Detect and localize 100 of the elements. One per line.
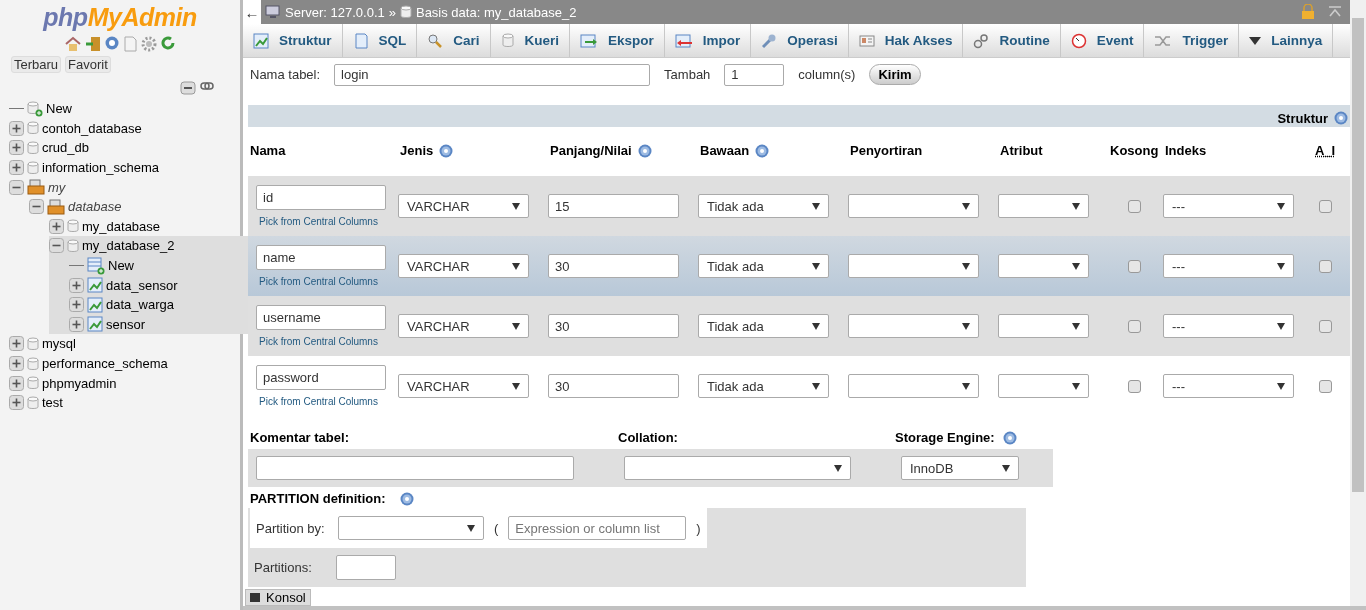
- null-checkbox[interactable]: [1128, 319, 1141, 333]
- expand-toggle[interactable]: [9, 375, 24, 391]
- tree-item[interactable]: crud_db: [42, 140, 89, 156]
- nav-tab[interactable]: Trigger: [1144, 24, 1240, 57]
- default-select[interactable]: Tidak ada: [698, 254, 829, 278]
- home-icon[interactable]: [65, 36, 81, 52]
- expression-field[interactable]: Expression or column list: [508, 516, 687, 540]
- type-select[interactable]: VARCHAR: [398, 374, 529, 398]
- help-icon[interactable]: [637, 144, 652, 158]
- column-name-field[interactable]: username: [256, 305, 386, 330]
- console-tab[interactable]: Konsol: [245, 589, 311, 606]
- settings-icon[interactable]: [141, 36, 157, 52]
- type-select[interactable]: VARCHAR: [398, 254, 529, 278]
- partition-select[interactable]: [338, 516, 484, 540]
- index-select[interactable]: ---: [1163, 374, 1294, 398]
- tree-item[interactable]: test: [42, 395, 63, 411]
- link-icon[interactable]: [200, 81, 214, 91]
- tree-item[interactable]: data_warga: [106, 297, 174, 313]
- scrollbar[interactable]: [1350, 0, 1366, 606]
- length-field[interactable]: 30: [548, 374, 679, 398]
- column-name-field[interactable]: password: [256, 365, 386, 390]
- collation-select[interactable]: [848, 374, 979, 398]
- tree-item[interactable]: performance_schema: [42, 356, 168, 371]
- sidebar-tab[interactable]: Terbaru: [11, 56, 62, 73]
- attribute-select[interactable]: [998, 314, 1089, 338]
- expand-toggle[interactable]: [69, 297, 84, 313]
- tree-group-label[interactable]: my: [48, 179, 66, 195]
- expand-toggle[interactable]: [9, 336, 24, 352]
- tree-item[interactable]: New: [46, 101, 72, 117]
- nav-tab[interactable]: Operasi: [751, 24, 849, 57]
- auto-increment-checkbox[interactable]: [1319, 259, 1332, 273]
- type-select[interactable]: VARCHAR: [398, 314, 529, 338]
- collapse-toggle[interactable]: [49, 238, 64, 254]
- scroll-top-icon[interactable]: [1328, 6, 1342, 18]
- engine-select[interactable]: InnoDB: [901, 456, 1019, 480]
- partitions-field[interactable]: [336, 555, 396, 580]
- nav-tab[interactable]: Routine: [963, 24, 1061, 57]
- null-checkbox[interactable]: [1128, 199, 1141, 213]
- tree-item[interactable]: contoh_database: [42, 120, 142, 136]
- central-columns-link[interactable]: Pick from Central Columns: [256, 216, 378, 227]
- column-name-field[interactable]: id: [256, 185, 386, 210]
- central-columns-link[interactable]: Pick from Central Columns: [256, 336, 378, 347]
- expand-toggle[interactable]: [69, 277, 84, 293]
- help-icon[interactable]: [105, 36, 119, 50]
- document-icon[interactable]: [123, 36, 137, 52]
- tree-group-label[interactable]: database: [68, 199, 122, 215]
- auto-increment-checkbox[interactable]: [1319, 379, 1332, 393]
- expand-toggle[interactable]: [9, 395, 24, 411]
- breadcrumb-link[interactable]: Server: 127.0.0.1: [285, 4, 385, 20]
- table-name-field[interactable]: login: [334, 63, 651, 86]
- tree-item[interactable]: information_schema: [42, 160, 160, 176]
- collation-select[interactable]: [848, 254, 979, 278]
- default-select[interactable]: Tidak ada: [698, 314, 829, 338]
- index-select[interactable]: ---: [1163, 254, 1294, 278]
- tree-item[interactable]: sensor: [106, 316, 146, 332]
- nav-tab[interactable]: Cari: [417, 24, 491, 57]
- expand-toggle[interactable]: [9, 160, 24, 176]
- expand-toggle[interactable]: [69, 316, 84, 332]
- collation-select[interactable]: [624, 456, 851, 480]
- null-checkbox[interactable]: [1128, 379, 1141, 393]
- auto-increment-checkbox[interactable]: [1319, 199, 1332, 213]
- collation-select[interactable]: [848, 314, 979, 338]
- tree-item[interactable]: data_sensor: [106, 277, 178, 293]
- help-icon[interactable]: [399, 491, 414, 506]
- reload-icon[interactable]: [161, 36, 175, 50]
- attribute-select[interactable]: [998, 374, 1089, 398]
- sidebar-tab[interactable]: Favorit: [65, 56, 111, 73]
- submit-button[interactable]: Kirim: [869, 64, 921, 85]
- column-name-field[interactable]: name: [256, 245, 386, 270]
- null-checkbox[interactable]: [1128, 259, 1141, 273]
- nav-tab[interactable]: Ekspor: [570, 24, 665, 57]
- expand-toggle[interactable]: [49, 218, 64, 234]
- help-icon[interactable]: [439, 144, 454, 158]
- expand-toggle[interactable]: [9, 140, 24, 156]
- default-select[interactable]: Tidak ada: [698, 194, 829, 218]
- help-icon[interactable]: [755, 144, 770, 158]
- auto-increment-checkbox[interactable]: [1319, 319, 1332, 333]
- help-icon[interactable]: [1002, 430, 1017, 445]
- nav-tab[interactable]: Hak Akses: [848, 24, 964, 57]
- table-comment-field[interactable]: [256, 456, 574, 480]
- length-field[interactable]: 30: [548, 314, 679, 338]
- breadcrumb-link[interactable]: Basis data: my_database_2: [415, 4, 577, 20]
- lock-icon[interactable]: [1300, 4, 1316, 20]
- tree-item[interactable]: my_database: [82, 218, 161, 234]
- scrollbar[interactable]: [243, 606, 1366, 610]
- attribute-select[interactable]: [998, 194, 1089, 218]
- default-select[interactable]: Tidak ada: [698, 374, 829, 398]
- central-columns-link[interactable]: Pick from Central Columns: [256, 276, 378, 287]
- back-button[interactable]: ←: [243, 0, 261, 24]
- collapse-toggle[interactable]: [9, 179, 24, 195]
- tree-item[interactable]: phpmyadmin: [42, 375, 117, 391]
- index-select[interactable]: ---: [1163, 314, 1294, 338]
- nav-tab[interactable]: Event: [1060, 24, 1145, 57]
- expand-toggle[interactable]: [9, 120, 24, 136]
- tree-item[interactable]: New: [108, 258, 134, 274]
- type-select[interactable]: VARCHAR: [398, 194, 529, 218]
- collapse-toggle[interactable]: [29, 199, 44, 215]
- attribute-select[interactable]: [998, 254, 1089, 278]
- help-icon[interactable]: [1334, 111, 1348, 125]
- central-columns-link[interactable]: Pick from Central Columns: [256, 396, 378, 407]
